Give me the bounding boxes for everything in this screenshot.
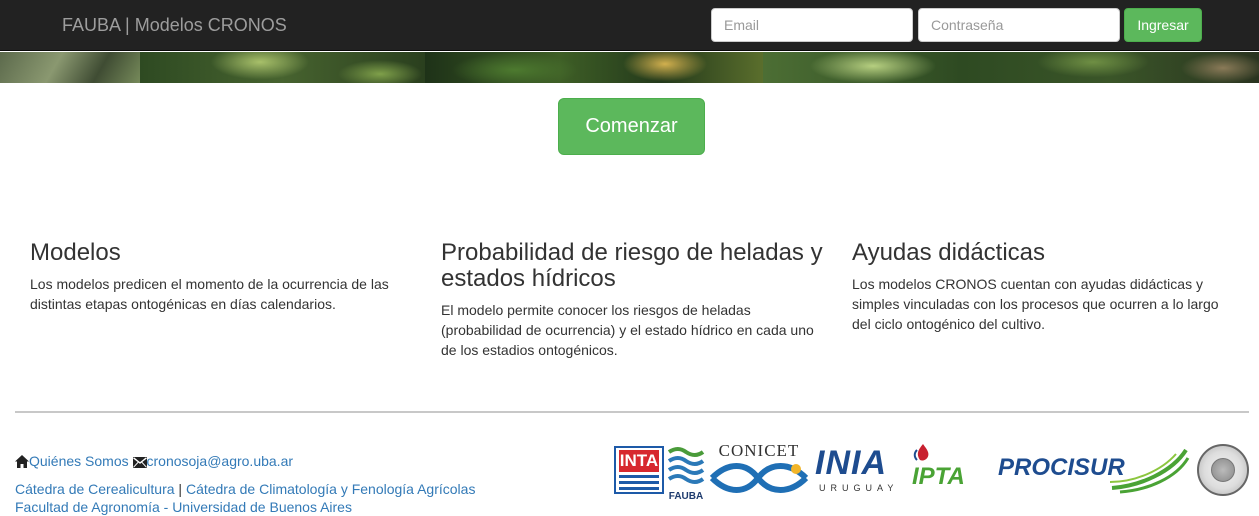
- faculty-link[interactable]: Facultad de Agronomía - Universidad de B…: [15, 498, 352, 516]
- email-field[interactable]: [711, 8, 913, 42]
- partner-logos: INTA FAUBA CONICET INIA URUGUAY IPTA PRO…: [612, 440, 1252, 502]
- feature-title: Probabilidad de riesgo de heladas y esta…: [441, 239, 823, 292]
- inia-subtitle: URUGUAY: [819, 483, 899, 493]
- procisur-wordmark: PROCISUR: [998, 454, 1125, 481]
- inia-logo[interactable]: INIA URUGUAY: [815, 444, 907, 498]
- envelope-icon: [132, 454, 147, 472]
- brand-title[interactable]: FAUBA | Modelos CRONOS: [62, 14, 287, 36]
- feature-text: Los modelos CRONOS cuentan con ayudas di…: [852, 276, 1219, 332]
- ipta-logo[interactable]: IPTA: [912, 444, 992, 498]
- ipta-wordmark: IPTA: [912, 463, 965, 490]
- footer-divider: [15, 411, 1249, 413]
- login-button[interactable]: Ingresar: [1124, 8, 1202, 42]
- feature-teaching-aids: Ayudas didácticas Los modelos CRONOS cue…: [852, 240, 1237, 334]
- feature-text: Los modelos predicen el momento de la oc…: [30, 276, 389, 312]
- home-icon: [15, 454, 29, 472]
- inia-wordmark: INIA: [815, 444, 887, 482]
- start-button[interactable]: Comenzar: [558, 98, 705, 155]
- conicet-logo[interactable]: CONICET: [708, 442, 810, 498]
- header-banner-image: [0, 52, 1259, 83]
- top-navbar: FAUBA | Modelos CRONOS Ingresar: [0, 0, 1259, 51]
- separator: |: [178, 481, 183, 497]
- footer-contact-links: Quiénes Somos cronosoja@agro.uba.ar: [15, 452, 293, 472]
- footer-catedras: Cátedra de Cerealicultura | Cátedra de C…: [15, 480, 475, 498]
- feature-title: Modelos: [30, 239, 121, 266]
- feature-models: Modelos Los modelos predicen el momento …: [30, 240, 415, 314]
- contact-email-link[interactable]: cronosoja@agro.uba.ar: [147, 453, 294, 469]
- banner-photo-4: [763, 52, 1259, 83]
- feature-frost-risk: Probabilidad de riesgo de heladas y esta…: [441, 240, 826, 360]
- feature-text: El modelo permite conocer los riesgos de…: [441, 302, 814, 358]
- procisur-logo[interactable]: PROCISUR: [998, 448, 1193, 494]
- catedra-cerealicultura-link[interactable]: Cátedra de Cerealicultura: [15, 481, 175, 497]
- banner-photo-1: [0, 52, 140, 83]
- inta-wordmark: INTA: [619, 450, 659, 472]
- catedra-climatologia-link[interactable]: Cátedra de Climatología y Fenología Agrí…: [186, 481, 476, 497]
- banner-photo-2: [140, 52, 425, 83]
- about-us-link[interactable]: Quiénes Somos: [29, 453, 129, 469]
- fauba-logo[interactable]: FAUBA: [667, 446, 705, 502]
- feature-title: Ayudas didácticas: [852, 239, 1046, 266]
- uba-seal-logo[interactable]: [1197, 444, 1249, 496]
- password-field[interactable]: [918, 8, 1120, 42]
- banner-photo-3: [425, 52, 763, 83]
- conicet-wordmark: CONICET: [718, 441, 800, 460]
- fauba-wordmark: FAUBA: [668, 491, 704, 502]
- inta-logo[interactable]: INTA: [614, 446, 664, 494]
